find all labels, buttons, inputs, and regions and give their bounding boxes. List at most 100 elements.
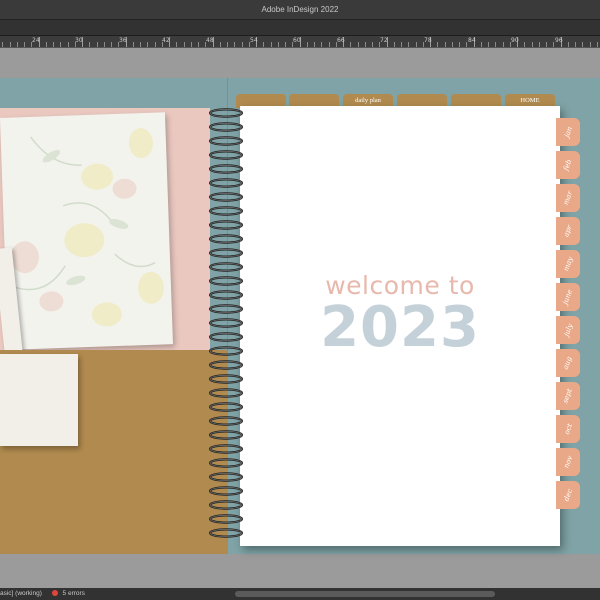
lemon-pattern-paper[interactable] — [0, 112, 173, 350]
month-tab-label: june — [561, 288, 575, 306]
ruler-tick — [96, 42, 98, 47]
horizontal-scrollbar[interactable] — [235, 591, 495, 597]
month-tab-label: aug — [561, 355, 575, 371]
ruler-tick — [263, 42, 265, 47]
ruler-label: 84 — [468, 37, 476, 44]
ruler-tick — [285, 42, 286, 47]
month-tab-mar[interactable]: mar — [556, 184, 580, 212]
ruler-tick — [321, 42, 323, 47]
control-panel-strip — [0, 20, 600, 36]
preflight-profile[interactable]: asic] (working) — [0, 590, 42, 597]
month-tab-label: mar — [561, 189, 575, 207]
spiral-coil — [208, 458, 244, 468]
ruler-tick — [306, 42, 308, 47]
spiral-coil — [208, 234, 244, 244]
spiral-coil — [208, 136, 244, 146]
spiral-coil — [208, 444, 244, 454]
month-tab-label: feb — [562, 158, 574, 172]
pasteboard[interactable]: daily plan HOME jan feb mar apr may june… — [0, 48, 600, 588]
month-tab-label: july — [562, 322, 574, 338]
ruler-tick — [227, 42, 228, 47]
ruler-tick — [538, 42, 540, 47]
month-tab-label: apr — [562, 223, 574, 239]
welcome-heading[interactable]: welcome to 2023 — [240, 271, 560, 356]
ruler-tick — [154, 42, 156, 47]
ruler-label: 54 — [250, 37, 258, 44]
spiral-coil — [208, 220, 244, 230]
spiral-coil — [208, 486, 244, 496]
spiral-coil — [208, 122, 244, 132]
spiral-coil — [208, 150, 244, 160]
ruler-tick — [53, 42, 54, 47]
ruler-tick — [357, 42, 359, 47]
spiral-coil — [208, 514, 244, 524]
ruler-tick — [314, 42, 315, 47]
app-title: Adobe InDesign 2022 — [261, 5, 339, 14]
ruler-label: 90 — [511, 37, 519, 44]
spiral-coil — [208, 360, 244, 370]
ruler-tick — [546, 42, 547, 47]
left-page[interactable] — [0, 78, 228, 554]
ruler-tick — [140, 42, 141, 47]
ruler-tick — [234, 42, 236, 47]
month-tab-nov[interactable]: nov — [556, 448, 580, 476]
spiral-coil — [208, 178, 244, 188]
ruler-tick — [176, 42, 178, 47]
lemon-pattern-image — [10, 128, 165, 327]
ruler-tick — [372, 42, 373, 47]
month-tab-sept[interactable]: sept — [556, 382, 580, 410]
ruler-tick — [575, 42, 576, 47]
ruler-tick — [198, 42, 199, 47]
spiral-coil — [208, 108, 244, 118]
ruler-tick — [111, 42, 112, 47]
ruler-label: 36 — [119, 37, 127, 44]
ruler-tick — [328, 42, 330, 47]
ruler-tick — [451, 42, 453, 47]
month-tab-feb[interactable]: feb — [556, 151, 580, 179]
ruler-tick — [393, 42, 395, 47]
ruler-tick — [437, 42, 439, 47]
spiral-coil — [208, 472, 244, 482]
month-tab-dec[interactable]: dec — [556, 481, 580, 509]
ruler-tick — [364, 42, 366, 47]
spiral-coil — [208, 528, 244, 538]
error-dot-icon — [51, 590, 58, 597]
status-bar: asic] (working) 5 errors — [0, 588, 600, 600]
ruler-tick — [9, 42, 11, 47]
spiral-coil — [208, 164, 244, 174]
cream-tag-card[interactable] — [0, 354, 78, 446]
ruler-tick — [589, 42, 591, 47]
ruler-tick — [582, 42, 584, 47]
ruler-tick — [103, 42, 105, 47]
month-tab-jan[interactable]: jan — [556, 118, 580, 146]
spiral-coil — [208, 416, 244, 426]
spiral-coil — [208, 430, 244, 440]
spiral-coil — [208, 374, 244, 384]
year-line: 2023 — [320, 295, 480, 360]
horizontal-ruler[interactable]: 24 30 36 42 48 54 60 66 72 78 84 90 96 — [0, 36, 600, 48]
month-tab-label: jan — [562, 125, 574, 139]
ruler-label: 24 — [32, 37, 40, 44]
ruler-label: 60 — [293, 37, 301, 44]
ruler-tick — [444, 42, 446, 47]
spiral-coil — [208, 192, 244, 202]
month-tab-apr[interactable]: apr — [556, 217, 580, 245]
ruler-tick — [277, 42, 279, 47]
spiral-coil — [208, 402, 244, 412]
ruler-label: 48 — [206, 37, 214, 44]
ruler-tick — [495, 42, 497, 47]
ruler-tick — [45, 42, 47, 47]
ruler-tick — [219, 42, 221, 47]
ruler-tick — [488, 42, 489, 47]
spiral-coil — [208, 248, 244, 258]
document-spread[interactable]: daily plan HOME jan feb mar apr may june… — [0, 76, 600, 556]
month-tab-label: may — [561, 255, 575, 273]
ruler-label: 66 — [337, 37, 345, 44]
month-tab-oct[interactable]: oct — [556, 415, 580, 443]
ruler-tick — [24, 42, 25, 47]
preflight-errors[interactable]: 5 errors — [63, 590, 85, 597]
month-tab-label: dec — [562, 487, 574, 503]
month-tab-label: nov — [562, 454, 574, 470]
ruler-label: 72 — [380, 37, 388, 44]
ruler-tick — [147, 42, 149, 47]
